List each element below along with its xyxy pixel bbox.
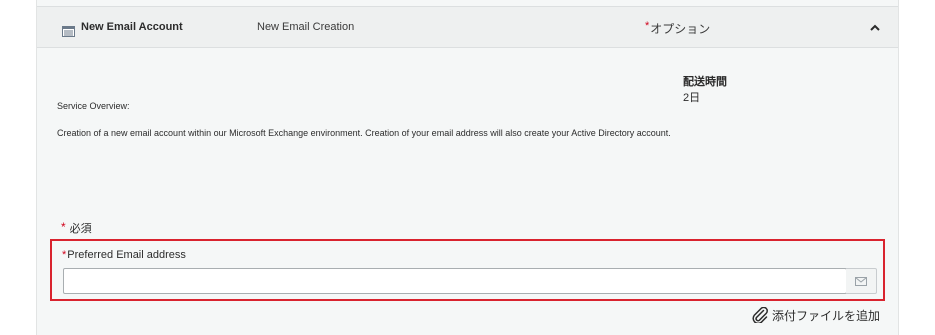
envelope-icon — [855, 277, 867, 286]
option-indicator: *オプション — [645, 20, 710, 37]
service-overview-heading: Service Overview: — [57, 101, 130, 111]
catalog-item-panel: New Email Account New Email Creation *オプ… — [36, 0, 899, 335]
preferred-email-field-group: *Preferred Email address — [50, 239, 885, 301]
catalog-item-short-description: New Email Creation — [257, 21, 355, 33]
required-legend-text: 必須 — [69, 223, 92, 235]
field-required-marker: * — [62, 249, 67, 261]
required-marker: * — [61, 220, 66, 234]
option-required-marker: * — [645, 20, 650, 32]
required-legend: * 必須 — [61, 220, 92, 236]
catalog-item-title: New Email Account — [81, 21, 183, 33]
preferred-email-input[interactable] — [63, 268, 847, 294]
preferred-email-label-text: Preferred Email address — [67, 249, 186, 261]
preferred-email-label: *Preferred Email address — [62, 249, 186, 261]
chevron-up-icon — [870, 24, 880, 31]
catalog-item-icon — [62, 24, 75, 37]
service-overview-text: Creation of a new email account within o… — [57, 128, 671, 138]
catalog-item-header[interactable]: New Email Account New Email Creation *オプ… — [37, 6, 898, 48]
option-label: オプション — [650, 22, 711, 36]
collapse-button[interactable] — [866, 19, 884, 37]
paperclip-icon — [752, 306, 768, 325]
add-attachment-label: 添付ファイルを追加 — [772, 309, 881, 323]
delivery-time-value: 2日 — [683, 92, 701, 104]
delivery-time-label: 配送時間 — [683, 76, 727, 88]
email-addon-button[interactable] — [846, 268, 877, 294]
add-attachment-link[interactable]: 添付ファイルを追加 — [751, 306, 881, 325]
